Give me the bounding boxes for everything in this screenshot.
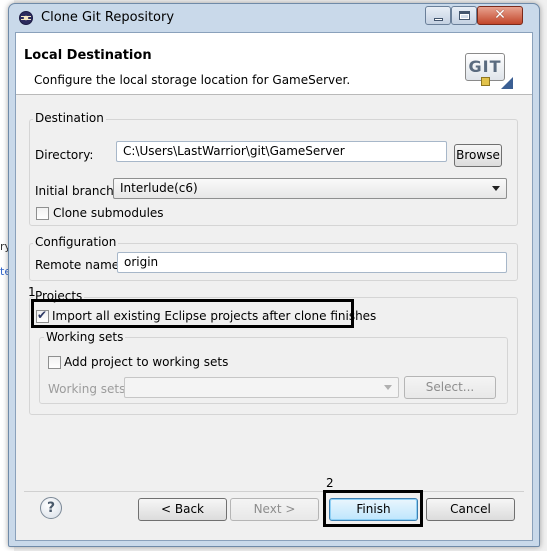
clone-submodules-label: Clone submodules (53, 206, 164, 220)
chevron-down-icon (384, 385, 392, 390)
finish-highlight-box (323, 490, 423, 527)
initial-branch-label: Initial branch: (35, 184, 118, 198)
browse-button[interactable]: Browse (454, 144, 502, 167)
minimize-icon (434, 18, 443, 21)
page-description: Configure the local storage location for… (34, 73, 351, 87)
import-highlight-box (31, 299, 354, 328)
maximize-button[interactable] (451, 6, 477, 25)
window-title: Clone Git Repository (41, 10, 175, 25)
select-working-sets-button[interactable]: Select... (404, 376, 496, 399)
git-logo-mark (481, 77, 490, 86)
eclipse-icon (19, 11, 33, 25)
back-button[interactable]: < Back (138, 498, 227, 521)
directory-label: Directory: (35, 148, 94, 162)
close-button[interactable]: ✕ (477, 6, 523, 25)
maximize-icon (459, 11, 470, 20)
remote-name-label: Remote name: (35, 258, 124, 272)
destination-group-label: Destination (33, 111, 106, 125)
initial-branch-select[interactable]: Interlude(c6) (113, 178, 507, 199)
cancel-button[interactable]: Cancel (426, 498, 515, 521)
git-logo-corner (501, 77, 513, 89)
dialog-body: Local Destination Configure the local st… (15, 32, 533, 541)
clone-git-dialog: Clone Git Repository ✕ Local Destination… (8, 3, 540, 547)
directory-input[interactable]: C:\Users\LastWarrior\git\GameServer (116, 141, 447, 162)
working-sets-select[interactable] (124, 377, 399, 398)
working-sets-label: Working sets: (48, 382, 130, 396)
initial-branch-value: Interlude(c6) (120, 181, 198, 195)
page-title: Local Destination (24, 48, 152, 63)
add-to-working-sets-checkbox[interactable] (48, 356, 61, 369)
remote-name-input[interactable]: origin (117, 252, 507, 273)
clone-submodules-checkbox[interactable] (36, 207, 49, 220)
close-icon: ✕ (494, 7, 506, 23)
title-bar[interactable]: Clone Git Repository ✕ (9, 4, 539, 32)
next-button[interactable]: Next > (230, 498, 319, 521)
configuration-group-label: Configuration (33, 235, 119, 249)
working-sets-group-label: Working sets (44, 330, 126, 344)
minimize-button[interactable] (425, 6, 451, 25)
help-icon[interactable]: ? (40, 497, 62, 519)
add-to-working-sets-label: Add project to working sets (64, 355, 229, 369)
wizard-header: Local Destination Configure the local st… (16, 33, 532, 95)
chevron-down-icon (492, 186, 500, 191)
footer-separator (24, 491, 524, 492)
annotation-number-1: 1 (28, 285, 36, 299)
annotation-number-2: 2 (326, 476, 334, 490)
git-logo: GIT (465, 53, 513, 89)
